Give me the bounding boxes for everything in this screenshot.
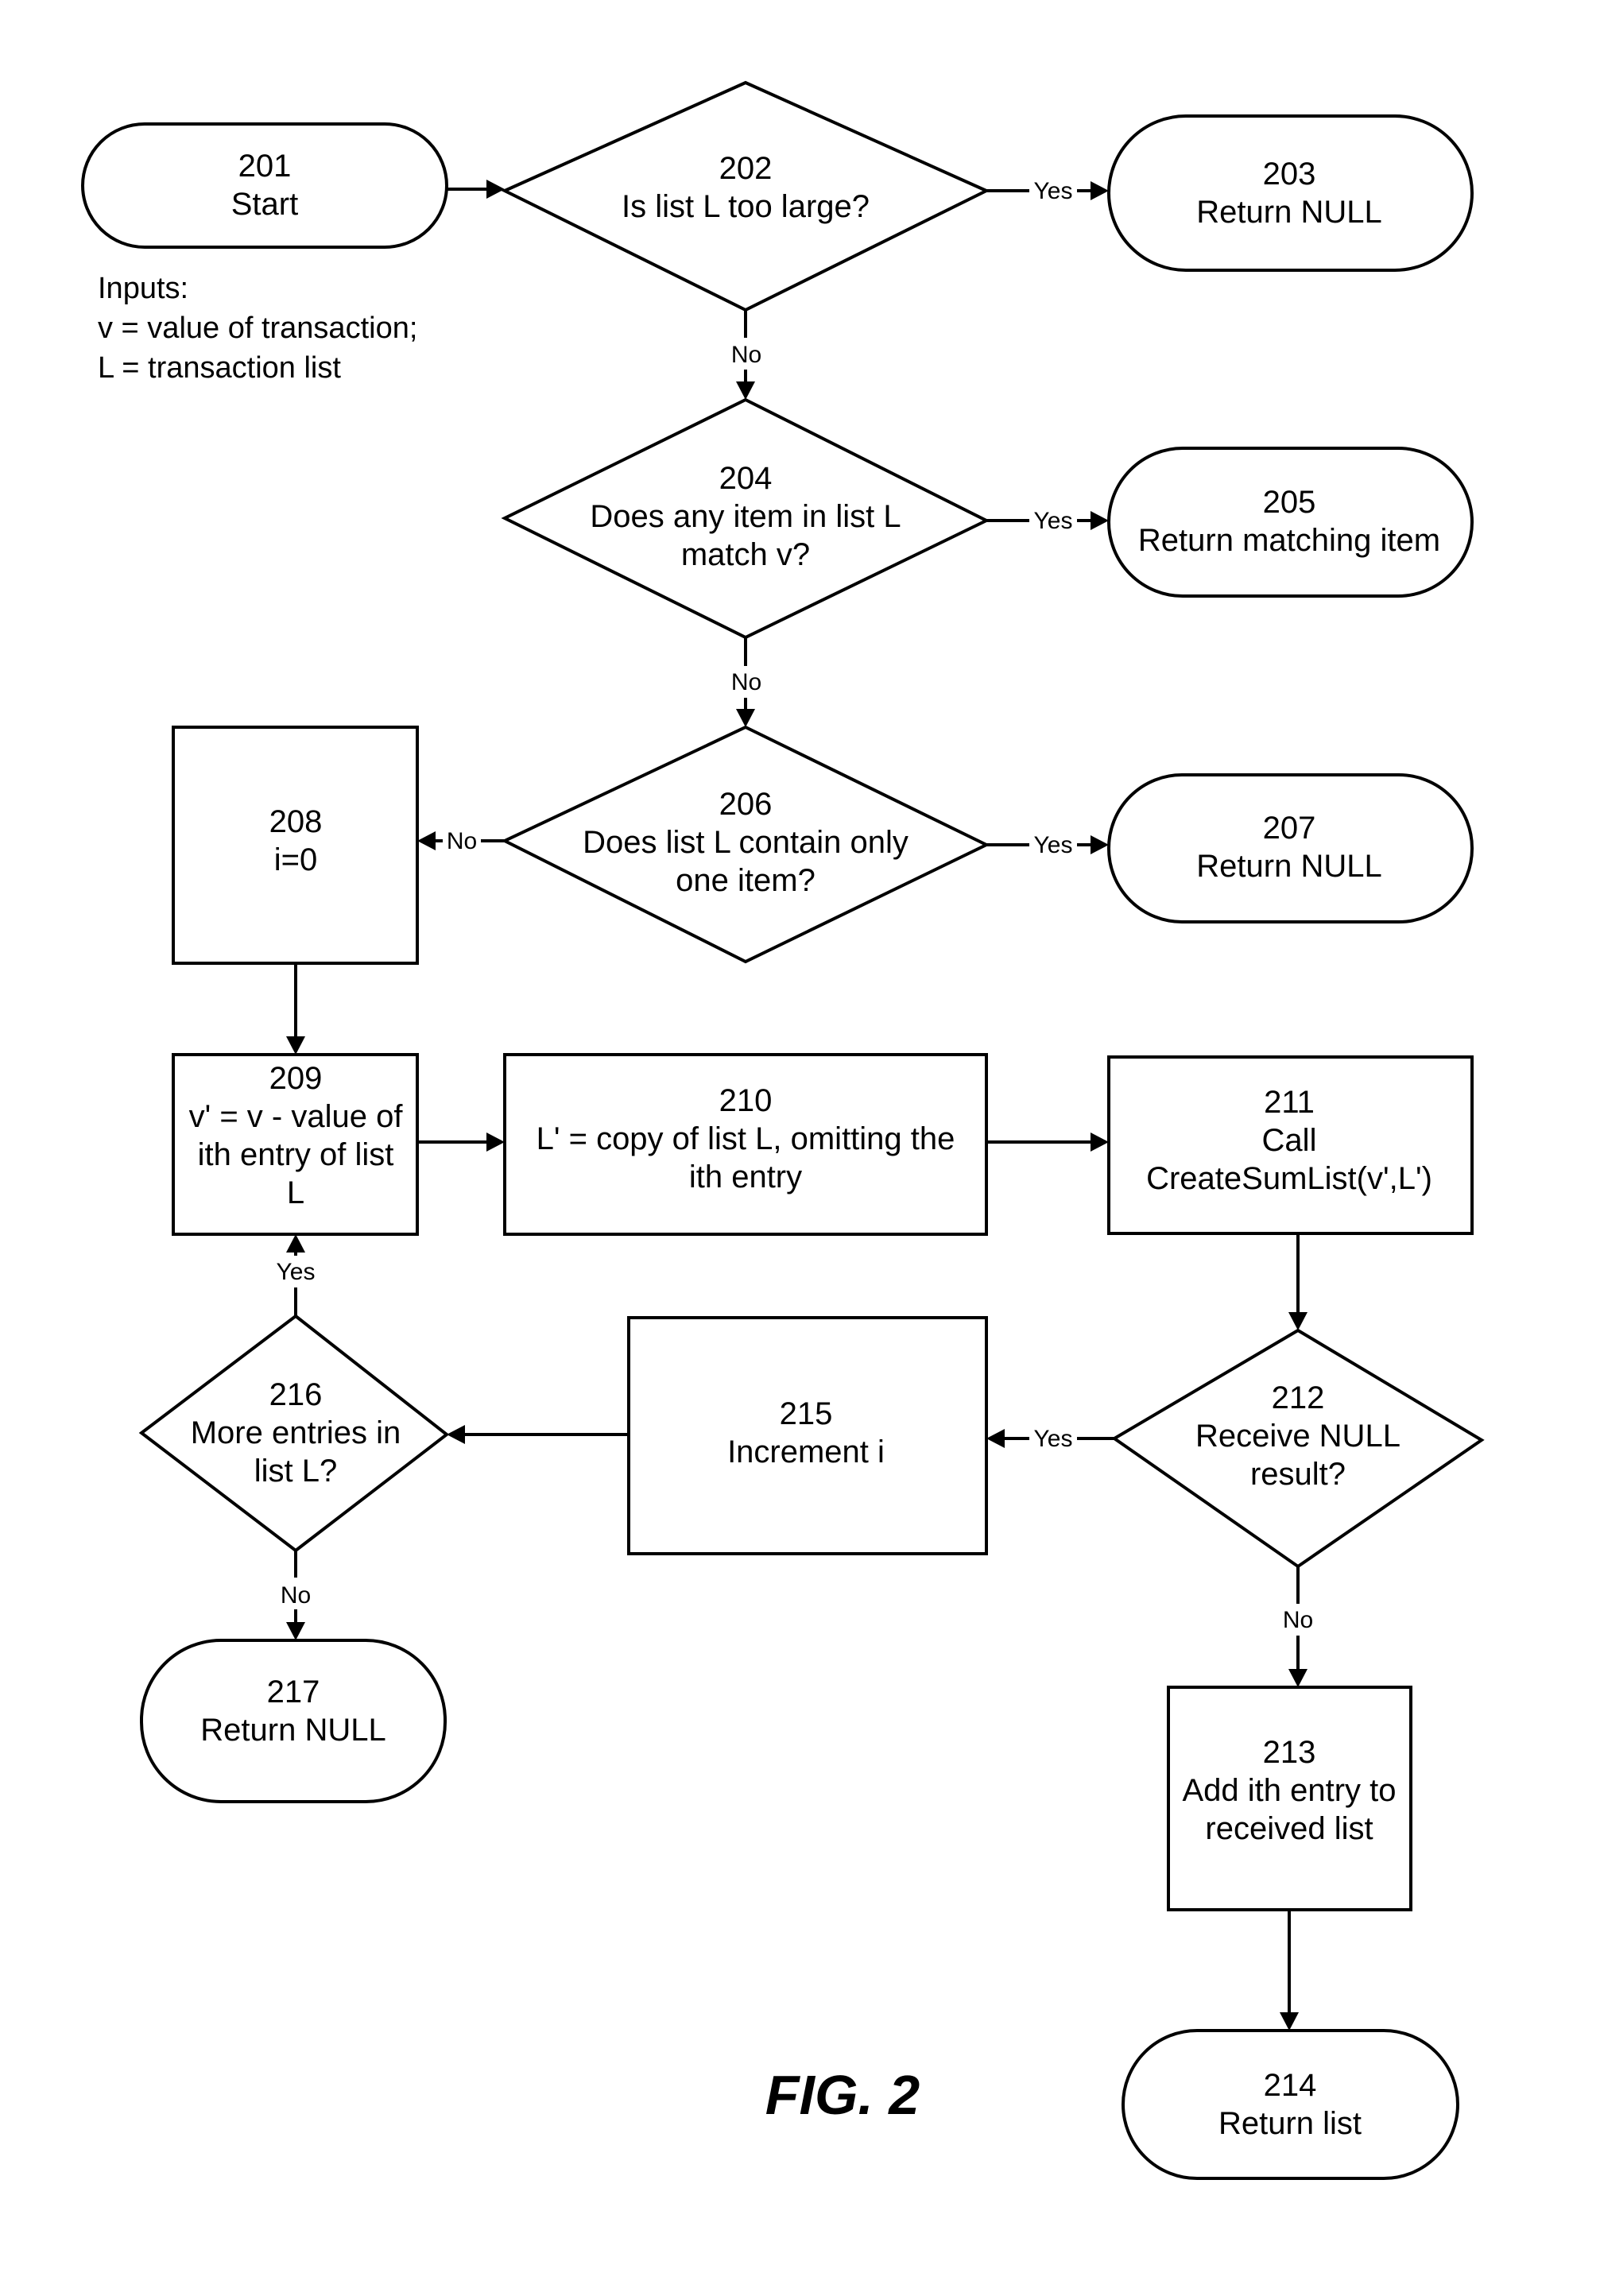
edge-label-yes: Yes — [1034, 178, 1073, 204]
arrowhead-icon — [286, 1234, 305, 1253]
edge-212-215: Yes — [986, 1426, 1114, 1452]
arrowhead-icon — [986, 1429, 1005, 1448]
arrowhead-icon — [736, 381, 755, 400]
edge-210-211 — [986, 1133, 1109, 1152]
node-201-start-terminal — [81, 122, 448, 249]
edge-204-206: No — [731, 637, 761, 727]
edge-212-213: No — [1283, 1566, 1313, 1687]
edge-208-209 — [286, 963, 305, 1055]
edge-label-no: No — [281, 1582, 311, 1609]
arrowhead-icon — [486, 180, 505, 199]
edge-label-yes: Yes — [1034, 508, 1073, 534]
arrowhead-icon — [1091, 511, 1109, 530]
edge-215-216 — [447, 1425, 629, 1444]
edge-201-202 — [447, 180, 505, 199]
arrowhead-icon — [286, 1622, 305, 1640]
node-214-terminal — [1122, 2029, 1459, 2180]
edge-213-214 — [1280, 1910, 1299, 2031]
inputs-note: Inputs: v = value of transaction; L = tran… — [98, 272, 417, 385]
arrowhead-icon — [1288, 1669, 1308, 1687]
figure-caption: FIG. 2 — [765, 2064, 920, 2126]
arrowhead-icon — [1288, 1312, 1308, 1330]
edge-label-no: No — [1283, 1607, 1313, 1633]
edge-211-212 — [1288, 1233, 1308, 1330]
node-203-terminal — [1107, 114, 1474, 272]
arrowhead-icon — [1091, 1133, 1109, 1152]
edge-216-209: Yes — [277, 1234, 316, 1316]
node-205-terminal — [1107, 447, 1474, 598]
arrowhead-icon — [486, 1133, 505, 1152]
edge-204-205: Yes — [986, 508, 1109, 534]
edge-202-203: Yes — [986, 178, 1109, 204]
edge-label-yes: Yes — [277, 1259, 316, 1285]
edge-label-no: No — [731, 669, 761, 695]
arrowhead-icon — [417, 831, 436, 850]
arrowhead-icon — [1091, 181, 1109, 200]
arrowhead-icon — [736, 709, 755, 727]
edge-label-no: No — [731, 342, 761, 368]
edge-206-207: Yes — [986, 832, 1109, 858]
arrowhead-icon — [1280, 2012, 1299, 2031]
edge-label-yes: Yes — [1034, 1426, 1073, 1452]
edge-label-no: No — [447, 828, 477, 854]
arrowhead-icon — [1091, 835, 1109, 854]
edge-209-210 — [417, 1133, 505, 1152]
flowchart: Yes No Yes No Yes No Yes Yes No No 201 S… — [81, 80, 1485, 2180]
arrowhead-icon — [286, 1036, 305, 1055]
arrowhead-icon — [447, 1425, 465, 1444]
edge-206-208: No — [417, 828, 505, 854]
edge-202-204: No — [731, 310, 761, 400]
edge-216-217: No — [281, 1551, 311, 1640]
edge-label-yes: Yes — [1034, 832, 1073, 858]
